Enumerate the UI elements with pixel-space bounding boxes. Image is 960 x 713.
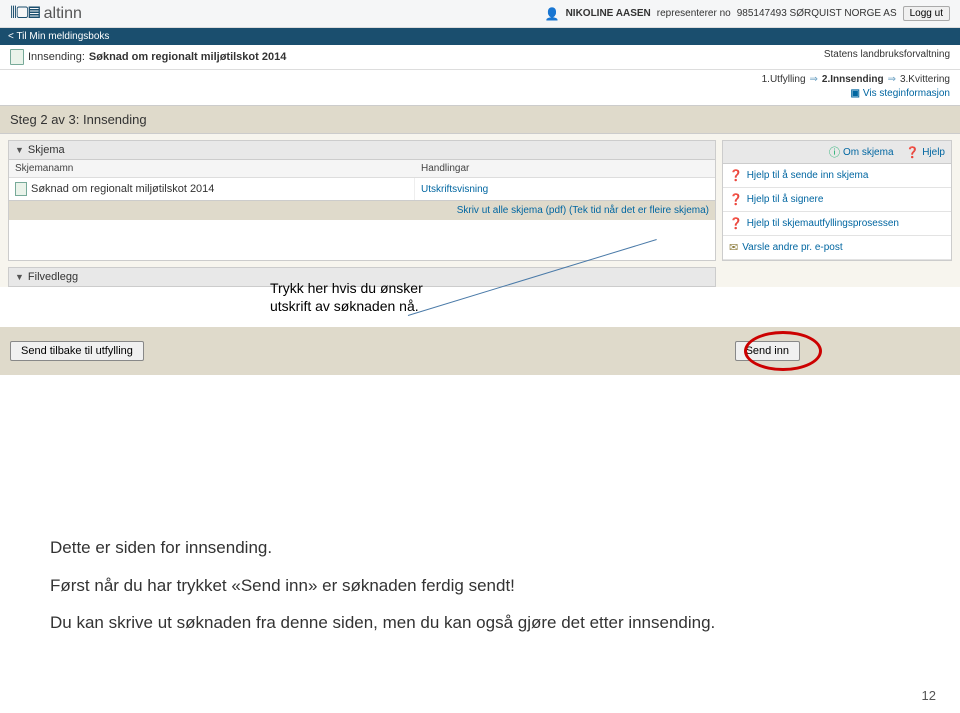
schema-header[interactable]: ▼ Skjema [9,141,715,160]
document-icon [10,49,24,65]
steps-info: ▣Vis steginformasjon [0,87,960,105]
help-link[interactable]: ❓ Hjelp [906,144,946,160]
step-info-link[interactable]: ▣Vis steginformasjon [850,88,950,99]
action-bar: Send tilbake til utfylling Trykk her hvi… [0,327,960,375]
filvedlegg-row: ▼ Filvedlegg [0,261,960,287]
side-panel: ⓘ Om skjema ❓ Hjelp ❓Hjelp til å sende i… [722,140,952,261]
step-2: 2.Innsending [822,74,884,85]
schema-header-label: Skjema [28,144,65,156]
innsending-label: Innsending: [28,51,85,63]
mail-icon: ✉ [729,241,738,254]
info-icon: ⓘ [829,144,840,160]
print-all-link[interactable]: Skriv ut alle skjema (pdf) (Tek tid når … [457,205,709,216]
plus-icon: ▣ [850,88,859,99]
notify-others[interactable]: ✉Varsle andre pr. e-post [723,236,951,260]
back-bar: < Til Min meldingsboks [0,28,960,45]
steps-row: 1.Utfylling ⇒ 2.Innsending ⇒ 3.Kvitterin… [0,70,960,87]
schema-row-name: Søknad om regionalt miljøtilskot 2014 [9,178,415,200]
logo-text: altinn [44,5,82,23]
col-actions-header: Handlingar [415,160,715,178]
page-number: 12 [0,678,960,713]
back-to-fill-button[interactable]: Send tilbake til utfylling [10,341,144,361]
arrow-icon: ⇒ [810,74,818,85]
help-icon: ❓ [729,169,743,182]
col-name-header: Skjemanamn [9,160,415,178]
user-icon: 👤 [545,7,560,21]
sub-header: Innsending: Søknad om regionalt miljøtil… [0,45,960,70]
main-grid: ▼ Skjema Skjemanamn Handlingar Søknad om… [0,134,960,261]
document-icon [15,182,27,196]
org-name: 985147493 SØRQUIST NORGE AS [737,8,897,19]
user-area: 👤 NIKOLINE AASEN representerer no 985147… [545,6,950,21]
represents-label: representerer no [657,8,731,19]
chevron-down-icon: ▼ [15,272,24,282]
user-name: NIKOLINE AASEN [566,8,651,19]
send-button[interactable]: Send inn [735,341,800,361]
explain-p3: Du kan skrive ut søknaden fra denne side… [50,610,910,636]
sub-left: Innsending: Søknad om regionalt miljøtil… [10,49,286,65]
side-head: ⓘ Om skjema ❓ Hjelp [723,141,951,164]
explain-p2: Først når du har trykket «Send inn» er s… [50,573,910,599]
about-schema[interactable]: ⓘ Om skjema [829,144,894,160]
form-title: Søknad om regionalt miljøtilskot 2014 [89,51,286,63]
print-view-link[interactable]: Utskriftsvisning [421,184,488,195]
arrow-icon: ⇒ [888,74,896,85]
help-icon: ❓ [906,146,920,159]
schema-row-action: Utskriftsvisning [415,178,715,200]
logout-button[interactable]: Logg ut [903,6,950,21]
help-sign[interactable]: ❓Hjelp til å signere [723,188,951,212]
chevron-down-icon: ▼ [15,145,24,155]
back-link[interactable]: < Til Min meldingsboks [8,31,109,42]
explanation: Dette er siden for innsending. Først når… [0,375,960,678]
schema-body: Skjemanamn Handlingar Søknad om regional… [9,160,715,220]
step-1: 1.Utfylling [762,74,806,85]
schema-panel: ▼ Skjema Skjemanamn Handlingar Søknad om… [8,140,716,261]
top-bar: ⦀▢▤ altinn 👤 NIKOLINE AASEN representere… [0,0,960,28]
agency-name: Statens landbruksforvaltning [824,49,950,65]
logo-icon: ⦀▢▤ [10,5,40,23]
filvedlegg-label: Filvedlegg [28,271,78,283]
explain-p1: Dette er siden for innsending. [50,535,910,561]
help-icon: ❓ [729,193,743,206]
help-send[interactable]: ❓Hjelp til å sende inn skjema [723,164,951,188]
help-icon: ❓ [729,217,743,230]
logo: ⦀▢▤ altinn [10,5,82,23]
print-all-row: Skriv ut alle skjema (pdf) (Tek tid når … [9,200,715,220]
step-3: 3.Kvittering [900,74,950,85]
help-fill[interactable]: ❓Hjelp til skjemautfyllingsprosessen [723,212,951,236]
step-title: Steg 2 av 3: Innsending [0,105,960,134]
